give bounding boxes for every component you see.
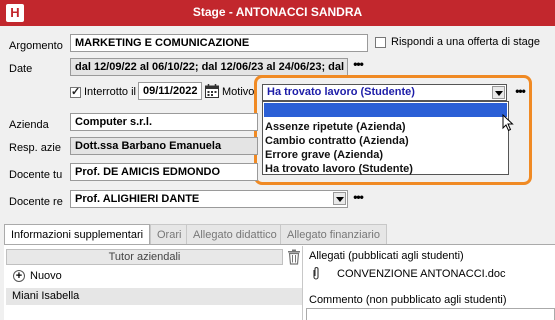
tab-orari[interactable]: Orari: [150, 224, 189, 244]
tab-allegato-didattico[interactable]: Allegato didattico: [186, 224, 284, 244]
plus-icon[interactable]: +: [13, 270, 25, 282]
azienda-input[interactable]: Computer s.r.l.: [70, 113, 258, 131]
argomento-input[interactable]: MARKETING E COMUNICAZIONE: [70, 34, 368, 52]
docente-tutor-input[interactable]: Prof. DE AMICIS EDMONDO: [70, 163, 258, 181]
date-more-button[interactable]: •••: [349, 58, 367, 76]
tab-allegato-finanziario[interactable]: Allegato finanziario: [280, 224, 387, 244]
table-row[interactable]: Miani Isabella: [6, 288, 302, 305]
docente-referente-label: Docente re: [9, 196, 63, 208]
rispondi-checkbox[interactable]: [375, 37, 386, 48]
argomento-label: Argomento: [9, 40, 63, 52]
interrotto-date-input[interactable]: 09/11/2022: [138, 82, 202, 100]
motivo-label: Motivo: [222, 86, 255, 98]
nuovo-button[interactable]: Nuovo: [30, 270, 62, 282]
window-title: Stage - ANTONACCI SANDRA: [192, 5, 363, 19]
title-bar: H Stage - ANTONACCI SANDRA: [0, 0, 555, 26]
interrotto-checkbox[interactable]: [70, 85, 81, 98]
resp-azienda-label: Resp. azie: [9, 142, 61, 154]
rispondi-label: Rispondi a una offerta di stage: [391, 36, 541, 48]
commento-textarea[interactable]: [306, 308, 555, 320]
trash-icon[interactable]: [287, 249, 301, 265]
tab-informazioni[interactable]: Informazioni supplementari: [4, 224, 151, 244]
interrotto-label: Interrotto il: [84, 86, 136, 98]
allegato-file-link[interactable]: CONVENZIONE ANTONACCI.doc: [337, 268, 506, 280]
panel-divider: [302, 246, 303, 320]
docente-tutor-label: Docente tu: [9, 169, 63, 181]
highlight-annotation: [254, 75, 532, 185]
tutor-name: Miani Isabella: [12, 290, 80, 302]
tutor-header: Tutor aziendali: [6, 249, 283, 265]
azienda-label: Azienda: [9, 119, 49, 131]
date-field[interactable]: dal 12/09/22 al 06/10/22; dal 12/06/23 a…: [70, 58, 348, 76]
date-label: Date: [9, 63, 33, 75]
docente-referente-more-button[interactable]: •••: [349, 191, 367, 209]
commento-label: Commento (non pubblicato agli studenti): [309, 294, 507, 306]
paperclip-icon: [313, 267, 319, 280]
docente-referente-value: Prof. ALIGHIERI DANTE: [75, 193, 200, 205]
docente-referente-select[interactable]: Prof. ALIGHIERI DANTE: [70, 190, 348, 208]
chevron-down-icon[interactable]: [333, 192, 346, 205]
allegati-label: Allegati (pubblicati agli studenti): [309, 250, 464, 262]
resp-azienda-field[interactable]: Dott.ssa Barbano Emanuela: [70, 137, 258, 155]
calendar-icon[interactable]: [204, 83, 220, 99]
